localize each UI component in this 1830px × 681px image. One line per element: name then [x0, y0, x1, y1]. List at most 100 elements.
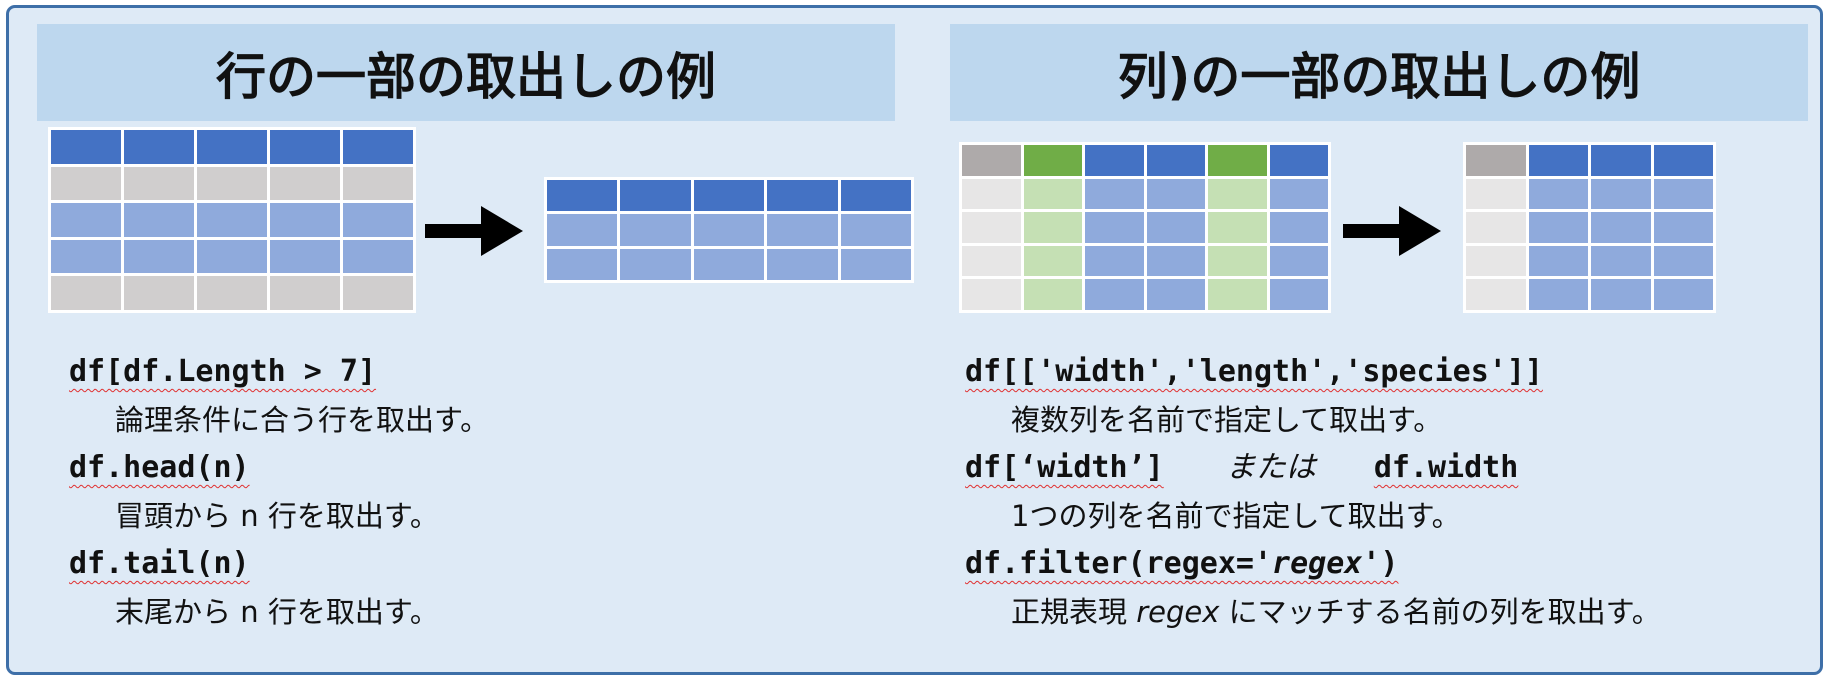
table-cell — [767, 214, 838, 246]
table-cell — [1208, 145, 1267, 176]
table-cell — [1023, 145, 1082, 176]
table-cell — [1023, 212, 1082, 243]
table-cell — [620, 180, 691, 212]
table-cell — [693, 248, 765, 280]
table-cell — [270, 276, 340, 310]
table-cell — [1591, 279, 1651, 310]
table-cell — [1653, 178, 1713, 210]
code-single-column: df[‘width’] または df.width — [965, 450, 1519, 485]
table-cell — [962, 178, 1021, 210]
table-cell — [343, 276, 413, 310]
table-cell — [547, 214, 618, 246]
table-cell — [1085, 178, 1144, 210]
table-cell — [1528, 145, 1588, 176]
table-cell — [270, 203, 340, 237]
table-cell — [1269, 245, 1328, 277]
table-cell — [270, 130, 340, 164]
table-cell — [343, 239, 413, 274]
table-cell — [1208, 245, 1267, 277]
table-cell — [1146, 279, 1205, 310]
table-cell — [1085, 145, 1144, 176]
table-cell — [840, 180, 911, 212]
table-cell — [1653, 212, 1713, 243]
table-cell — [1466, 245, 1526, 277]
table-cell — [1591, 212, 1651, 243]
table-cell — [1085, 245, 1144, 277]
table-cell — [124, 239, 194, 274]
code-tail: df.tail(n) — [69, 546, 250, 581]
table-cell — [343, 130, 413, 164]
table-cell — [270, 239, 340, 274]
code-multi-column: df[['width','length','species']] — [965, 354, 1543, 389]
desc-filter-regex: 正規表現 regex にマッチする名前の列を取出す。 — [1011, 595, 1661, 629]
table-cell — [547, 180, 618, 212]
row-arrow-icon — [425, 206, 523, 256]
table-cell — [1528, 178, 1588, 210]
table-cell — [962, 212, 1021, 243]
table-cell — [962, 145, 1021, 176]
table-cell — [197, 239, 267, 274]
column-code-examples: df[['width','length','species']] 複数列を名前で… — [965, 349, 1661, 637]
column-result-table — [1463, 142, 1716, 313]
table-cell — [197, 166, 267, 201]
table-cell — [1466, 279, 1526, 310]
table-cell — [1528, 279, 1588, 310]
desc-single-column: 1つの列を名前で指定して取出す。 — [1011, 499, 1461, 533]
table-cell — [1146, 245, 1205, 277]
column-arrow-icon — [1343, 206, 1441, 256]
diagram-frame: 行の一部の取出しの例 列)の一部の取出しの例 df[df.Length > 7]… — [6, 5, 1823, 675]
table-cell — [1146, 145, 1205, 176]
row-extraction-title: 行の一部の取出しの例 — [37, 24, 895, 121]
desc-boolean-filter: 論理条件に合う行を取出す。 — [115, 403, 490, 437]
table-cell — [1208, 212, 1267, 243]
row-code-examples: df[df.Length > 7] 論理条件に合う行を取出す。 df.head(… — [69, 349, 489, 637]
table-cell — [620, 214, 691, 246]
table-cell — [1528, 212, 1588, 243]
table-cell — [51, 276, 121, 310]
table-cell — [1528, 245, 1588, 277]
code-head: df.head(n) — [69, 450, 250, 485]
table-cell — [51, 130, 121, 164]
row-source-table — [48, 127, 416, 313]
table-cell — [124, 166, 194, 201]
table-cell — [1085, 212, 1144, 243]
table-cell — [51, 166, 121, 201]
table-cell — [1085, 279, 1144, 310]
table-cell — [1146, 178, 1205, 210]
table-cell — [51, 203, 121, 237]
table-cell — [124, 203, 194, 237]
table-cell — [124, 276, 194, 310]
table-cell — [1023, 279, 1082, 310]
table-cell — [840, 248, 911, 280]
table-cell — [1591, 245, 1651, 277]
desc-head: 冒頭から n 行を取出す。 — [115, 499, 439, 533]
or-label: または — [1225, 450, 1316, 485]
table-cell — [1269, 178, 1328, 210]
table-cell — [1466, 212, 1526, 243]
table-cell — [840, 214, 911, 246]
table-cell — [1591, 145, 1651, 176]
table-cell — [197, 203, 267, 237]
table-cell — [1653, 145, 1713, 176]
table-cell — [51, 239, 121, 274]
table-cell — [962, 279, 1021, 310]
table-cell — [1653, 279, 1713, 310]
code-filter-regex: df.filter(regex='regex') — [965, 546, 1399, 581]
table-cell — [270, 166, 340, 201]
table-cell — [693, 180, 765, 212]
table-cell — [343, 166, 413, 201]
table-cell — [197, 276, 267, 310]
table-cell — [1653, 245, 1713, 277]
table-cell — [1023, 245, 1082, 277]
table-cell — [1466, 178, 1526, 210]
table-cell — [343, 203, 413, 237]
column-extraction-title: 列)の一部の取出しの例 — [950, 24, 1808, 121]
column-source-table — [959, 142, 1331, 313]
table-cell — [1208, 279, 1267, 310]
table-cell — [1269, 279, 1328, 310]
table-cell — [767, 248, 838, 280]
row-result-table — [544, 177, 914, 283]
table-cell — [1269, 145, 1328, 176]
code-boolean-filter: df[df.Length > 7] — [69, 354, 377, 389]
table-cell — [1146, 212, 1205, 243]
